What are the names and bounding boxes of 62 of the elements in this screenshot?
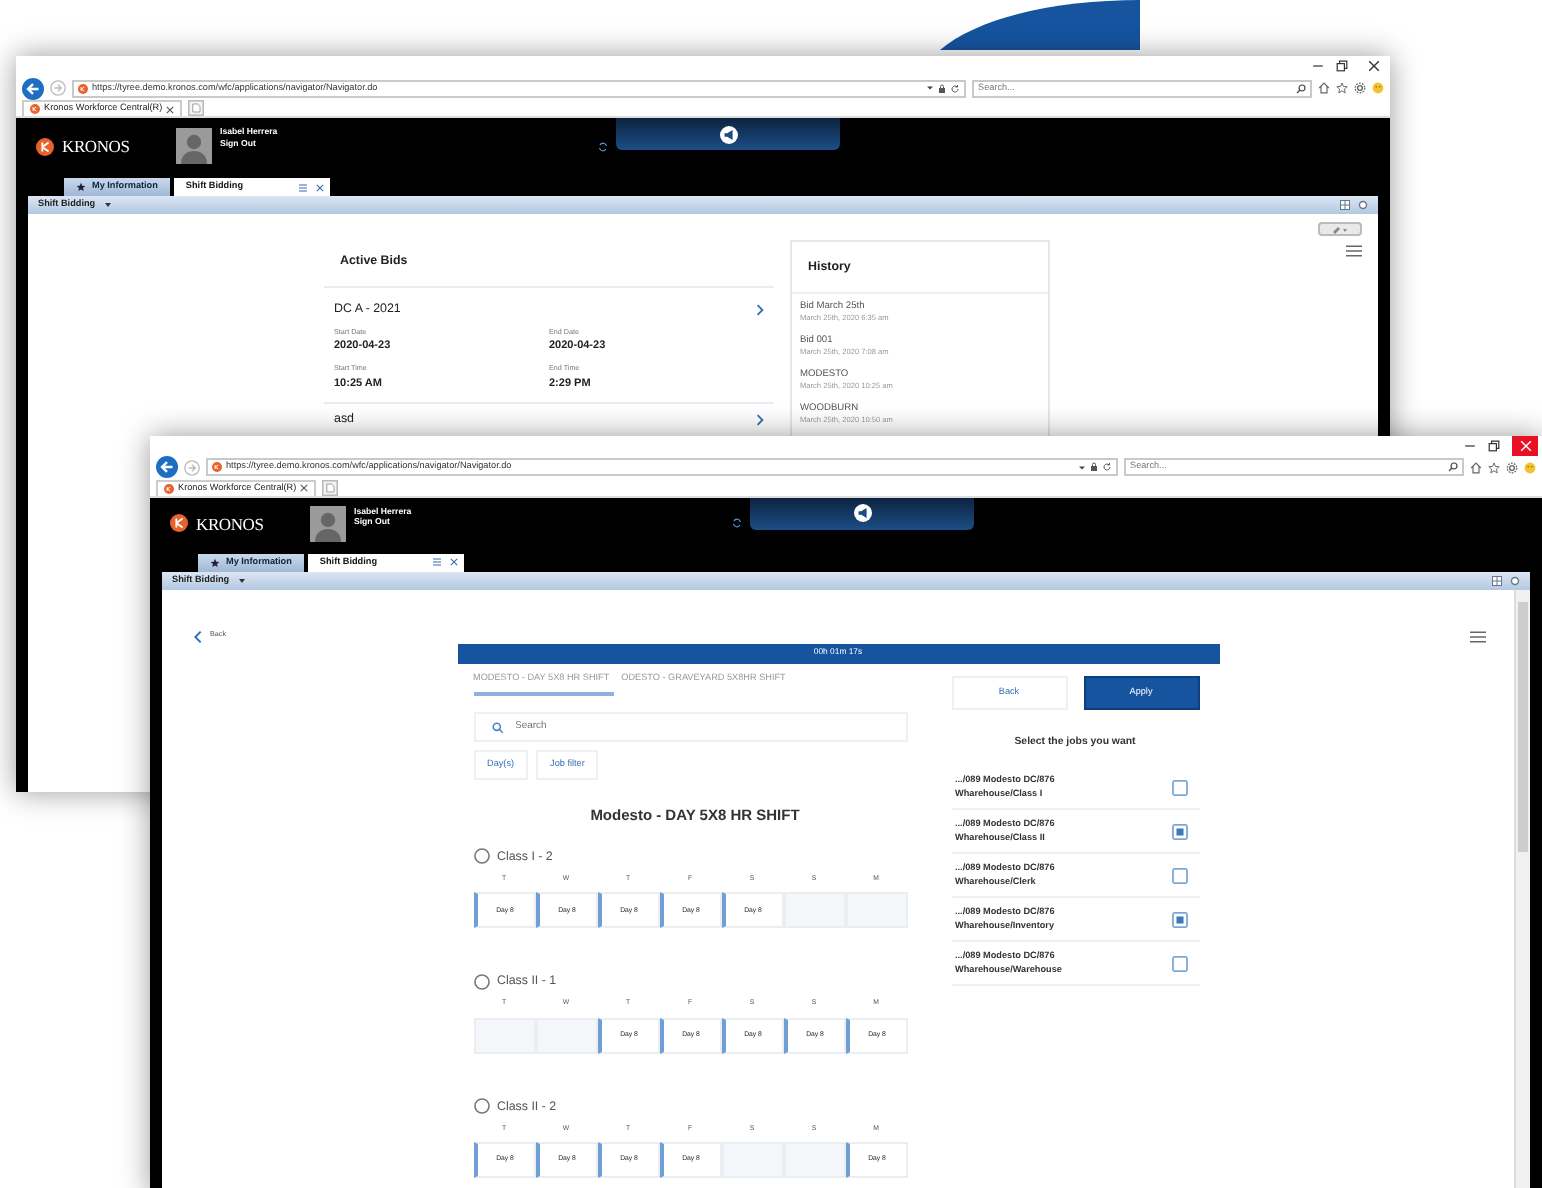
smiley-icon[interactable] (1372, 82, 1384, 94)
close-icon[interactable] (315, 183, 323, 191)
megaphone-icon[interactable] (853, 504, 871, 523)
sync-icon[interactable] (732, 518, 742, 529)
star-icon[interactable] (1488, 461, 1500, 474)
menu-icon[interactable] (1346, 244, 1362, 258)
chevron-right-icon (756, 303, 764, 316)
checkbox[interactable] (1171, 823, 1187, 840)
close-icon (1367, 60, 1379, 72)
restore-icon[interactable] (1488, 440, 1500, 452)
logo-icon (36, 137, 54, 155)
chevron-left-icon (194, 629, 202, 644)
smiley-icon[interactable] (1524, 461, 1536, 474)
lock-icon (938, 83, 946, 93)
site-icon (30, 104, 40, 114)
refresh-icon[interactable] (950, 83, 960, 93)
checkbox[interactable] (1171, 911, 1187, 928)
megaphone-icon[interactable] (719, 125, 737, 143)
close-icon (1519, 440, 1531, 452)
site-icon (164, 483, 174, 494)
layout-icon[interactable] (1492, 575, 1502, 586)
site-icon (212, 462, 222, 473)
search-icon (1448, 462, 1458, 473)
restore-icon[interactable] (1336, 60, 1348, 72)
radio-button[interactable] (473, 848, 489, 865)
logo-text: KRONOS (62, 133, 130, 159)
close-icon[interactable] (449, 558, 457, 567)
back-icon[interactable] (22, 77, 44, 99)
menu-icon[interactable] (1470, 629, 1486, 644)
minimize-icon[interactable] (1312, 60, 1324, 72)
chevron-right-icon (756, 413, 764, 426)
sync-icon[interactable] (598, 141, 608, 151)
radio-button[interactable] (473, 1098, 489, 1115)
scrollbar[interactable] (1514, 589, 1530, 1188)
star-icon[interactable] (1336, 82, 1348, 94)
checkbox[interactable] (1171, 779, 1187, 796)
star-icon (76, 182, 86, 192)
edit-menu-button[interactable] (1318, 222, 1362, 236)
radio-button[interactable] (473, 973, 489, 990)
logo-icon (170, 514, 188, 533)
caret-icon (237, 577, 246, 584)
layout-icon[interactable] (1340, 200, 1350, 210)
checkbox[interactable] (1171, 955, 1187, 972)
star-icon (210, 557, 220, 568)
pencil-icon (1332, 225, 1348, 233)
avatar-icon (176, 128, 212, 164)
site-icon (78, 83, 88, 93)
minimize-icon[interactable] (1464, 440, 1476, 452)
refresh-icon[interactable] (1102, 462, 1112, 473)
close-icon[interactable] (166, 105, 175, 113)
search-icon (491, 721, 503, 734)
checkbox[interactable] (1171, 867, 1187, 884)
home-icon[interactable] (1470, 461, 1482, 474)
caret-icon (103, 201, 112, 208)
logo-text: KRONOS (196, 511, 264, 537)
dropdown-icon[interactable] (926, 84, 934, 92)
home-icon[interactable] (1318, 82, 1330, 94)
avatar-icon (310, 505, 346, 542)
back-icon[interactable] (156, 456, 178, 479)
close-icon[interactable] (300, 484, 309, 493)
lock-icon (1090, 462, 1098, 473)
search-icon (1296, 83, 1306, 93)
